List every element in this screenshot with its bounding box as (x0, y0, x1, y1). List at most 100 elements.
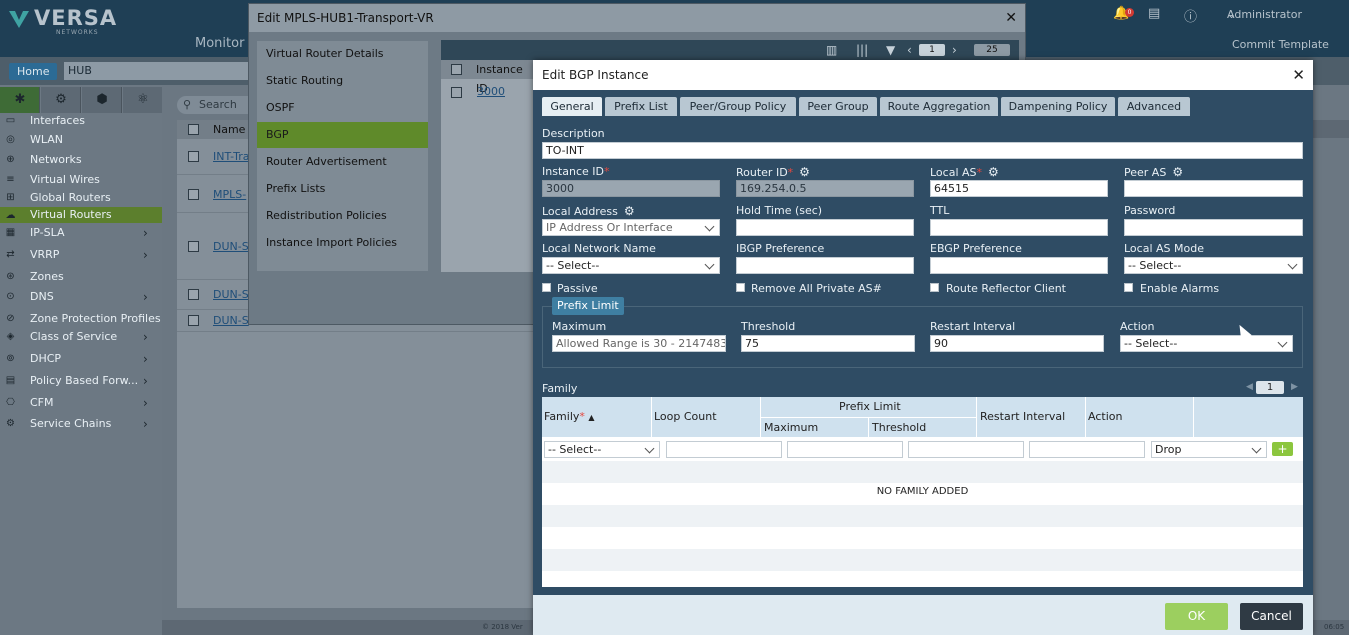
instance-id-link[interactable]: 3000 (477, 85, 505, 98)
family-page-number[interactable]: 1 (1256, 381, 1284, 394)
ok-button[interactable]: OK (1165, 603, 1228, 630)
enable-alarms-checkbox[interactable] (1124, 283, 1133, 292)
tab-general[interactable]: General (542, 97, 602, 116)
page-prev-icon[interactable]: ◀ (1246, 382, 1253, 392)
gear-icon[interactable]: ⚙ (624, 204, 635, 218)
sidebar-item-global-routers[interactable]: ⊞ Global Routers (0, 189, 162, 207)
page-next-icon[interactable]: › (952, 42, 957, 58)
family-threshold-input[interactable] (908, 441, 1024, 458)
vr-menu-virtual-router-details[interactable]: Virtual Router Details (257, 41, 428, 67)
sidebar-item-dhcp[interactable]: ⊚ DHCP › (0, 350, 162, 368)
row-link[interactable]: DUN-S (213, 240, 249, 253)
row-link[interactable]: DUN-S (213, 314, 249, 327)
loop-count-input[interactable] (666, 441, 782, 458)
tab-peer-group[interactable]: Peer Group (799, 97, 877, 116)
tab-prefix-list[interactable]: Prefix List (605, 97, 677, 116)
family-restart-interval-input[interactable] (1029, 441, 1145, 458)
description-input[interactable]: TO-INT (542, 142, 1303, 159)
info-icon[interactable]: ⓘ (1184, 6, 1197, 25)
sidebar-tab-services[interactable]: ⚛ (123, 87, 163, 113)
row-checkbox[interactable] (188, 151, 199, 162)
filter-icon[interactable]: ▼ (886, 42, 895, 58)
gear-icon[interactable]: ⚙ (1172, 165, 1183, 179)
family-action-select[interactable]: Drop (1151, 441, 1267, 458)
row-link[interactable]: MPLS- (213, 188, 246, 201)
ibgp-preference-input[interactable] (736, 257, 914, 274)
vr-menu-static-routing[interactable]: Static Routing (257, 68, 428, 94)
tab-peer-group-policy[interactable]: Peer/Group Policy (680, 97, 796, 116)
sidebar-tab-objects[interactable]: ⬢ (82, 87, 122, 113)
sidebar-item-ip-sla[interactable]: ▦ IP-SLA › (0, 224, 162, 242)
restart-interval-input[interactable]: 90 (930, 335, 1104, 352)
family-select[interactable]: -- Select-- (544, 441, 660, 458)
column-chooser-icon[interactable]: ||| (856, 42, 868, 58)
sidebar-item-networks[interactable]: ⊕ Networks (0, 151, 162, 169)
tab-route-aggregation[interactable]: Route Aggregation (880, 97, 998, 116)
row-checkbox[interactable] (188, 241, 199, 252)
peer-as-input[interactable] (1124, 180, 1303, 197)
route-reflector-client-checkbox[interactable] (930, 283, 939, 292)
column-header-family[interactable]: Family* ▲ (544, 410, 595, 423)
select-all-checkbox[interactable] (451, 64, 462, 75)
cancel-button[interactable]: Cancel (1240, 603, 1303, 630)
sidebar-item-service-chains[interactable]: ⚙ Service Chains › (0, 415, 162, 433)
row-checkbox[interactable] (188, 289, 199, 300)
ttl-input[interactable] (930, 219, 1108, 236)
hold-time-input[interactable] (736, 219, 914, 236)
threshold-input[interactable]: 75 (741, 335, 915, 352)
local-address-select[interactable]: IP Address Or Interface (542, 219, 720, 236)
page-next-icon[interactable]: ▶ (1291, 382, 1298, 392)
action-select[interactable]: -- Select-- (1120, 335, 1293, 352)
sort-icon[interactable]: ▲ (588, 413, 594, 422)
passive-checkbox[interactable] (542, 283, 551, 292)
page-prev-icon[interactable]: ‹ (907, 42, 912, 58)
maximum-input[interactable]: Allowed Range is 30 - 214748364 (552, 335, 726, 352)
sidebar-item-zone-protection-profiles[interactable]: ⊘ Zone Protection Profiles (0, 310, 162, 328)
commit-template-link[interactable]: Commit Template (1232, 38, 1329, 51)
sidebar-item-dns[interactable]: ⊙ DNS › (0, 288, 162, 306)
close-icon[interactable]: ✕ (1292, 67, 1305, 83)
home-tab[interactable]: Home (9, 63, 58, 80)
sidebar-item-vrrp[interactable]: ⇄ VRRP › (0, 246, 162, 264)
router-id-input[interactable]: 169.254.0.5 (736, 180, 914, 197)
password-input[interactable] (1124, 219, 1303, 236)
add-family-button[interactable]: + (1272, 442, 1293, 456)
row-link[interactable]: DUN-S (213, 288, 249, 301)
local-as-input[interactable]: 64515 (930, 180, 1108, 197)
select-all-checkbox[interactable] (188, 124, 199, 135)
sidebar-item-policy-based-forwarding[interactable]: ▤ Policy Based Forw... › (0, 372, 162, 390)
family-maximum-input[interactable] (787, 441, 903, 458)
sidebar-tab-networking[interactable]: ✱ (0, 87, 40, 113)
vr-menu-prefix-lists[interactable]: Prefix Lists (257, 176, 428, 202)
vr-menu-redistribution-policies[interactable]: Redistribution Policies (257, 203, 428, 229)
columns-icon[interactable]: ▥ (826, 42, 837, 58)
sidebar-item-interfaces[interactable]: ▭ Interfaces (0, 112, 162, 130)
sidebar-item-class-of-service[interactable]: ◈ Class of Service › (0, 328, 162, 346)
document-icon[interactable]: ▤ (1148, 6, 1160, 21)
vr-menu-router-advertisement[interactable]: Router Advertisement (257, 149, 428, 175)
tab-advanced[interactable]: Advanced (1118, 97, 1190, 116)
sidebar-item-virtual-wires[interactable]: ≡ Virtual Wires (0, 171, 162, 189)
gear-icon[interactable]: ⚙ (799, 165, 810, 179)
vr-menu-bgp[interactable]: BGP (257, 122, 428, 148)
row-checkbox[interactable] (188, 189, 199, 200)
close-icon[interactable]: ✕ (1005, 10, 1017, 26)
sidebar-item-virtual-routers[interactable]: ☁ Virtual Routers (0, 207, 162, 223)
ebgp-preference-input[interactable] (930, 257, 1108, 274)
sidebar-tab-settings[interactable]: ⚙ (41, 87, 81, 113)
row-checkbox[interactable] (188, 315, 199, 326)
vr-menu-ospf[interactable]: OSPF (257, 95, 428, 121)
remove-private-as-checkbox[interactable] (736, 283, 745, 292)
row-link[interactable]: INT-Tra (213, 150, 250, 163)
nav-monitor[interactable]: Monitor (195, 36, 244, 51)
gear-icon[interactable]: ⚙ (988, 165, 999, 179)
local-network-name-select[interactable]: -- Select-- (542, 257, 720, 274)
sidebar-item-wlan[interactable]: ◎ WLAN (0, 131, 162, 149)
page-size[interactable]: 25 (974, 44, 1010, 56)
tab-dampening-policy[interactable]: Dampening Policy (1001, 97, 1115, 116)
vr-menu-instance-import-policies[interactable]: Instance Import Policies (257, 230, 428, 256)
sidebar-item-cfm[interactable]: ⎔ CFM › (0, 394, 162, 412)
row-checkbox[interactable] (451, 87, 462, 98)
sidebar-item-zones[interactable]: ⊛ Zones (0, 268, 162, 286)
local-as-mode-select[interactable]: -- Select-- (1124, 257, 1303, 274)
